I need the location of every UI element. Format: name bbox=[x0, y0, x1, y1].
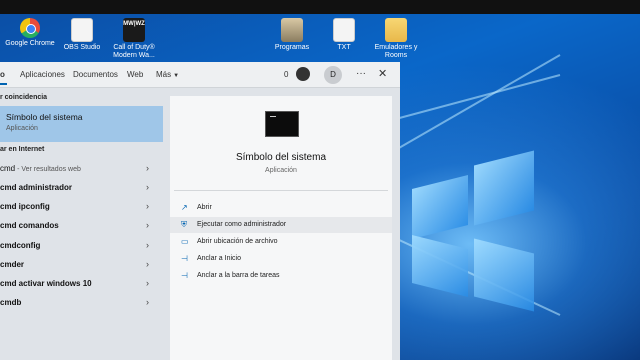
result-query: cmdb bbox=[0, 298, 22, 307]
close-icon[interactable]: ✕ bbox=[378, 67, 387, 80]
action-label: Abrir ubicación de archivo bbox=[197, 238, 278, 245]
open-icon: ↗ bbox=[181, 203, 188, 212]
desktop-icon-label: Rooms bbox=[384, 52, 408, 59]
results-list: r coincidencia Símbolo del sistema Aplic… bbox=[0, 88, 163, 360]
action-open-file-location[interactable]: ▭ Abrir ubicación de archivo bbox=[170, 234, 392, 250]
top-bar bbox=[0, 0, 640, 14]
search-panel: o Aplicaciones Documentos Web Más ▼ 0 D ·… bbox=[0, 62, 400, 360]
chevron-right-icon[interactable]: › bbox=[146, 297, 149, 307]
result-suffix: - Ver resultados web bbox=[15, 166, 81, 173]
result-label: cmd activar windows 10 bbox=[0, 279, 92, 288]
result-query: cmd administrador bbox=[0, 183, 73, 192]
desktop-icon-cod[interactable]: MW|WZ Call of Duty® Modern Wa... bbox=[104, 18, 164, 60]
result-query: cmd comandos bbox=[0, 221, 59, 230]
result-query: cmder bbox=[0, 260, 25, 269]
pin-icon: ⊣ bbox=[181, 254, 188, 263]
best-match-subtitle: Aplicación bbox=[6, 125, 38, 132]
chevron-right-icon[interactable]: › bbox=[146, 201, 149, 211]
folder-icon bbox=[281, 18, 303, 42]
desktop-icon-label: Programas bbox=[274, 44, 310, 51]
list-item[interactable]: cmdb › bbox=[0, 294, 163, 312]
chevron-right-icon[interactable]: › bbox=[146, 220, 149, 230]
result-label: cmd - Ver resultados web bbox=[0, 164, 81, 173]
list-item[interactable]: cmd comandos › bbox=[0, 217, 163, 235]
desktop-icon-label: OBS Studio bbox=[63, 44, 101, 51]
action-run-as-admin[interactable]: ⛨ Ejecutar como administrador bbox=[170, 217, 392, 233]
list-item[interactable]: cmder › bbox=[0, 256, 163, 274]
light-beam bbox=[386, 54, 561, 156]
document-icon bbox=[333, 18, 355, 42]
chevron-right-icon[interactable]: › bbox=[146, 259, 149, 269]
list-item[interactable]: cmd administrador › bbox=[0, 179, 163, 197]
internet-header: ar en Internet bbox=[0, 146, 45, 153]
list-item[interactable]: cmdconfig › bbox=[0, 237, 163, 255]
action-label: Ejecutar como administrador bbox=[197, 221, 287, 228]
result-query: cmdconfig bbox=[0, 241, 41, 250]
game-icon: MW|WZ bbox=[123, 18, 145, 42]
windows-logo-pane bbox=[412, 175, 468, 239]
desktop-icon-programas[interactable]: Programas bbox=[262, 18, 322, 52]
result-query: cmd bbox=[0, 164, 16, 173]
tab-documents[interactable]: Documentos bbox=[73, 70, 118, 79]
list-item[interactable]: cmd activar windows 10 › bbox=[0, 275, 163, 293]
tab-all[interactable]: o bbox=[0, 70, 7, 85]
desktop-icon-label: Google Chrome bbox=[5, 40, 55, 47]
divider bbox=[174, 190, 388, 191]
result-label: cmdb bbox=[0, 298, 21, 307]
best-match-item[interactable]: Símbolo del sistema Aplicación bbox=[0, 106, 163, 142]
detail-title: Símbolo del sistema bbox=[235, 152, 327, 163]
desktop-icon-label: Emuladores y bbox=[374, 44, 418, 51]
desktop-icon-label: Modern Wa... bbox=[113, 52, 155, 59]
terminal-icon bbox=[265, 111, 299, 137]
desktop-icon-label: TXT bbox=[337, 44, 351, 51]
desktop-icon-obs[interactable]: OBS Studio bbox=[52, 18, 112, 52]
list-item[interactable]: cmd - Ver resultados web › bbox=[0, 160, 163, 178]
windows-logo-pane bbox=[412, 235, 468, 297]
shield-icon: ⛨ bbox=[181, 220, 187, 229]
list-item[interactable]: cmd ipconfig › bbox=[0, 198, 163, 216]
rewards-points: 0 bbox=[284, 70, 289, 79]
chevron-right-icon[interactable]: › bbox=[146, 278, 149, 288]
chevron-right-icon[interactable]: › bbox=[146, 182, 149, 192]
detail-pane: Símbolo del sistema Aplicación ↗ Abrir ⛨… bbox=[170, 96, 392, 360]
chrome-icon bbox=[20, 18, 40, 38]
trophy-icon[interactable] bbox=[296, 67, 310, 81]
action-label: Anclar a la barra de tareas bbox=[197, 272, 280, 279]
result-query: cmd activar windows 10 bbox=[0, 279, 92, 288]
tab-web[interactable]: Web bbox=[127, 70, 143, 79]
result-label: cmder bbox=[0, 260, 24, 269]
windows-logo-pane bbox=[474, 150, 534, 226]
result-label: cmd ipconfig bbox=[0, 202, 50, 211]
best-match-title: Símbolo del sistema bbox=[6, 112, 83, 122]
action-label: Abrir bbox=[197, 204, 212, 211]
document-icon bbox=[71, 18, 93, 42]
folder-icon: ▭ bbox=[181, 237, 189, 246]
more-options-icon[interactable]: ··· bbox=[356, 68, 366, 79]
search-tabs: o Aplicaciones Documentos Web Más ▼ 0 D ·… bbox=[0, 62, 400, 88]
action-open[interactable]: ↗ Abrir bbox=[170, 200, 392, 216]
desktop-icon-label: Call of Duty® bbox=[113, 44, 155, 51]
best-match-header: r coincidencia bbox=[0, 94, 48, 101]
result-label: cmd administrador bbox=[0, 183, 72, 192]
result-label: cmdconfig bbox=[0, 241, 40, 250]
pin-icon: ⊣ bbox=[181, 271, 188, 280]
result-query: cmd ipconfig bbox=[0, 202, 50, 211]
tab-more[interactable]: Más ▼ bbox=[156, 70, 179, 79]
desktop-icon-chrome[interactable]: Google Chrome bbox=[0, 18, 60, 48]
chevron-right-icon[interactable]: › bbox=[146, 163, 149, 173]
tab-more-label: Más bbox=[156, 70, 172, 79]
result-label: cmd comandos bbox=[0, 221, 59, 230]
desktop-icon-emuladores[interactable]: Emuladores y Rooms bbox=[366, 18, 426, 60]
desktop-icon-txt[interactable]: TXT bbox=[314, 18, 374, 52]
folder-icon bbox=[385, 18, 407, 42]
action-label: Anclar a Inicio bbox=[197, 255, 241, 262]
action-pin-to-start[interactable]: ⊣ Anclar a Inicio bbox=[170, 251, 392, 267]
action-pin-to-taskbar[interactable]: ⊣ Anclar a la barra de tareas bbox=[170, 268, 392, 284]
windows-logo-pane bbox=[474, 238, 534, 312]
detail-subtitle: Aplicación bbox=[265, 167, 297, 174]
avatar[interactable]: D bbox=[324, 66, 342, 84]
chevron-right-icon[interactable]: › bbox=[146, 240, 149, 250]
chevron-down-icon: ▼ bbox=[173, 73, 180, 79]
tab-apps[interactable]: Aplicaciones bbox=[20, 70, 65, 79]
